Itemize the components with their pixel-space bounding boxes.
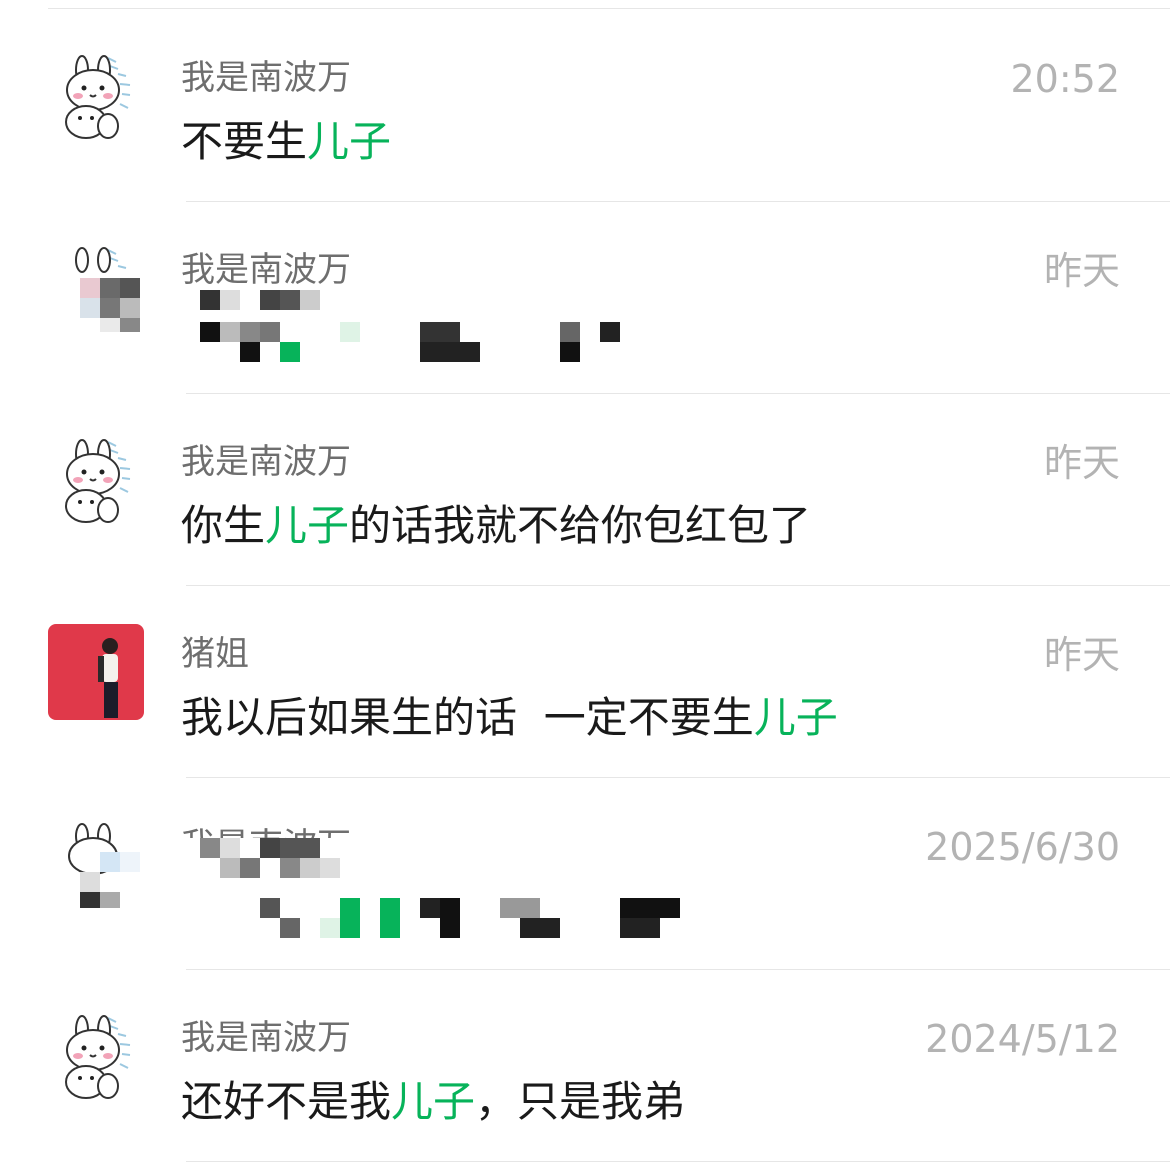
avatar[interactable] bbox=[48, 624, 144, 720]
keyword-highlight: 儿子 bbox=[753, 693, 838, 742]
message-time: 20:52 bbox=[1010, 57, 1120, 101]
result-item[interactable]: 我是南波万 2025/6/30 bbox=[0, 778, 1170, 970]
keyword-highlight: 儿子 bbox=[307, 117, 392, 166]
message-text: 的话我就不给你包红包了 bbox=[349, 501, 812, 550]
message-text: 还好不是我 bbox=[181, 1077, 392, 1126]
result-item[interactable]: 我是南波万 20:52 不要生儿子 bbox=[0, 10, 1170, 202]
message-time: 2024/5/12 bbox=[925, 1017, 1120, 1061]
message-preview: 我以后如果生的话 一定不要生儿子 bbox=[181, 692, 838, 744]
message-preview: 你生儿子的话我就不给你包红包了 bbox=[181, 500, 811, 552]
sender-name: 我是南波万 bbox=[181, 1018, 351, 1058]
top-divider bbox=[48, 8, 1170, 9]
redacted-mosaic bbox=[0, 202, 1170, 394]
sender-name: 猪姐 bbox=[181, 634, 249, 674]
avatar[interactable] bbox=[48, 1008, 144, 1104]
message-text: 你生 bbox=[181, 501, 266, 550]
result-item[interactable]: 我是南波万 2024/5/12 还好不是我儿子，只是我弟 bbox=[0, 970, 1170, 1162]
avatar[interactable] bbox=[48, 48, 144, 144]
message-text: 我以后如果生的话 一定不要生 bbox=[181, 693, 754, 742]
sender-name: 我是南波万 bbox=[181, 442, 351, 482]
result-item[interactable]: 我是南波万 昨天 bbox=[0, 202, 1170, 394]
message-preview: 还好不是我儿子，只是我弟 bbox=[181, 1076, 685, 1128]
bunny-sticker-icon bbox=[48, 432, 144, 528]
message-text: ，只是我弟 bbox=[475, 1077, 686, 1126]
message-text: 不要生 bbox=[181, 117, 308, 166]
avatar[interactable] bbox=[48, 432, 144, 528]
bunny-sticker-icon bbox=[48, 48, 144, 144]
keyword-highlight: 儿子 bbox=[265, 501, 350, 550]
message-time: 昨天 bbox=[1043, 633, 1120, 677]
sender-name: 我是南波万 bbox=[181, 58, 351, 98]
search-results-list: 我是南波万 20:52 不要生儿子 我是南波万 昨天 我是南波万 昨天 你生儿子… bbox=[0, 10, 1170, 1162]
result-item[interactable]: 猪姐 昨天 我以后如果生的话 一定不要生儿子 bbox=[0, 586, 1170, 778]
bunny-sticker-icon bbox=[48, 1008, 144, 1104]
message-preview: 不要生儿子 bbox=[181, 116, 391, 168]
keyword-highlight: 儿子 bbox=[391, 1077, 476, 1126]
redacted-mosaic bbox=[0, 778, 1170, 970]
result-item[interactable]: 我是南波万 昨天 你生儿子的话我就不给你包红包了 bbox=[0, 394, 1170, 586]
person-photo-icon bbox=[48, 624, 144, 720]
message-time: 昨天 bbox=[1043, 441, 1120, 485]
